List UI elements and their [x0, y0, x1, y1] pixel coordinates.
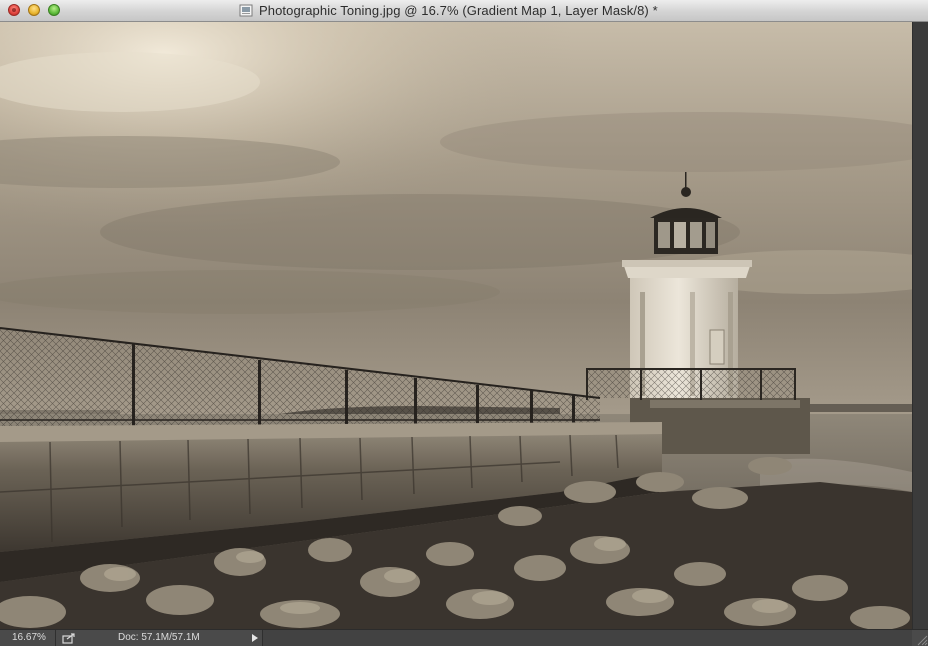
close-button[interactable]	[8, 4, 20, 16]
document-icon	[239, 4, 253, 17]
document-window: Photographic Toning.jpg @ 16.7% (Gradien…	[0, 0, 928, 646]
zoom-level-field[interactable]: 16.67%	[0, 630, 56, 646]
resize-grip-icon[interactable]	[912, 630, 928, 646]
status-bar: 16.67% Doc: 57.1M/57.1M	[0, 629, 928, 646]
lighthouse-photo	[0, 22, 912, 629]
document-canvas[interactable]	[0, 22, 912, 629]
vertical-scrollbar[interactable]	[912, 22, 928, 629]
document-info-text: Doc: 57.1M/57.1M	[118, 632, 200, 643]
share-icon[interactable]	[62, 632, 76, 644]
window-title: Photographic Toning.jpg @ 16.7% (Gradien…	[259, 3, 658, 18]
zoom-button[interactable]	[48, 4, 60, 16]
triangle-right-icon[interactable]	[252, 634, 258, 642]
minimize-button[interactable]	[28, 4, 40, 16]
horizontal-scrollbar[interactable]	[263, 630, 912, 646]
title-bar[interactable]: Photographic Toning.jpg @ 16.7% (Gradien…	[0, 0, 928, 22]
